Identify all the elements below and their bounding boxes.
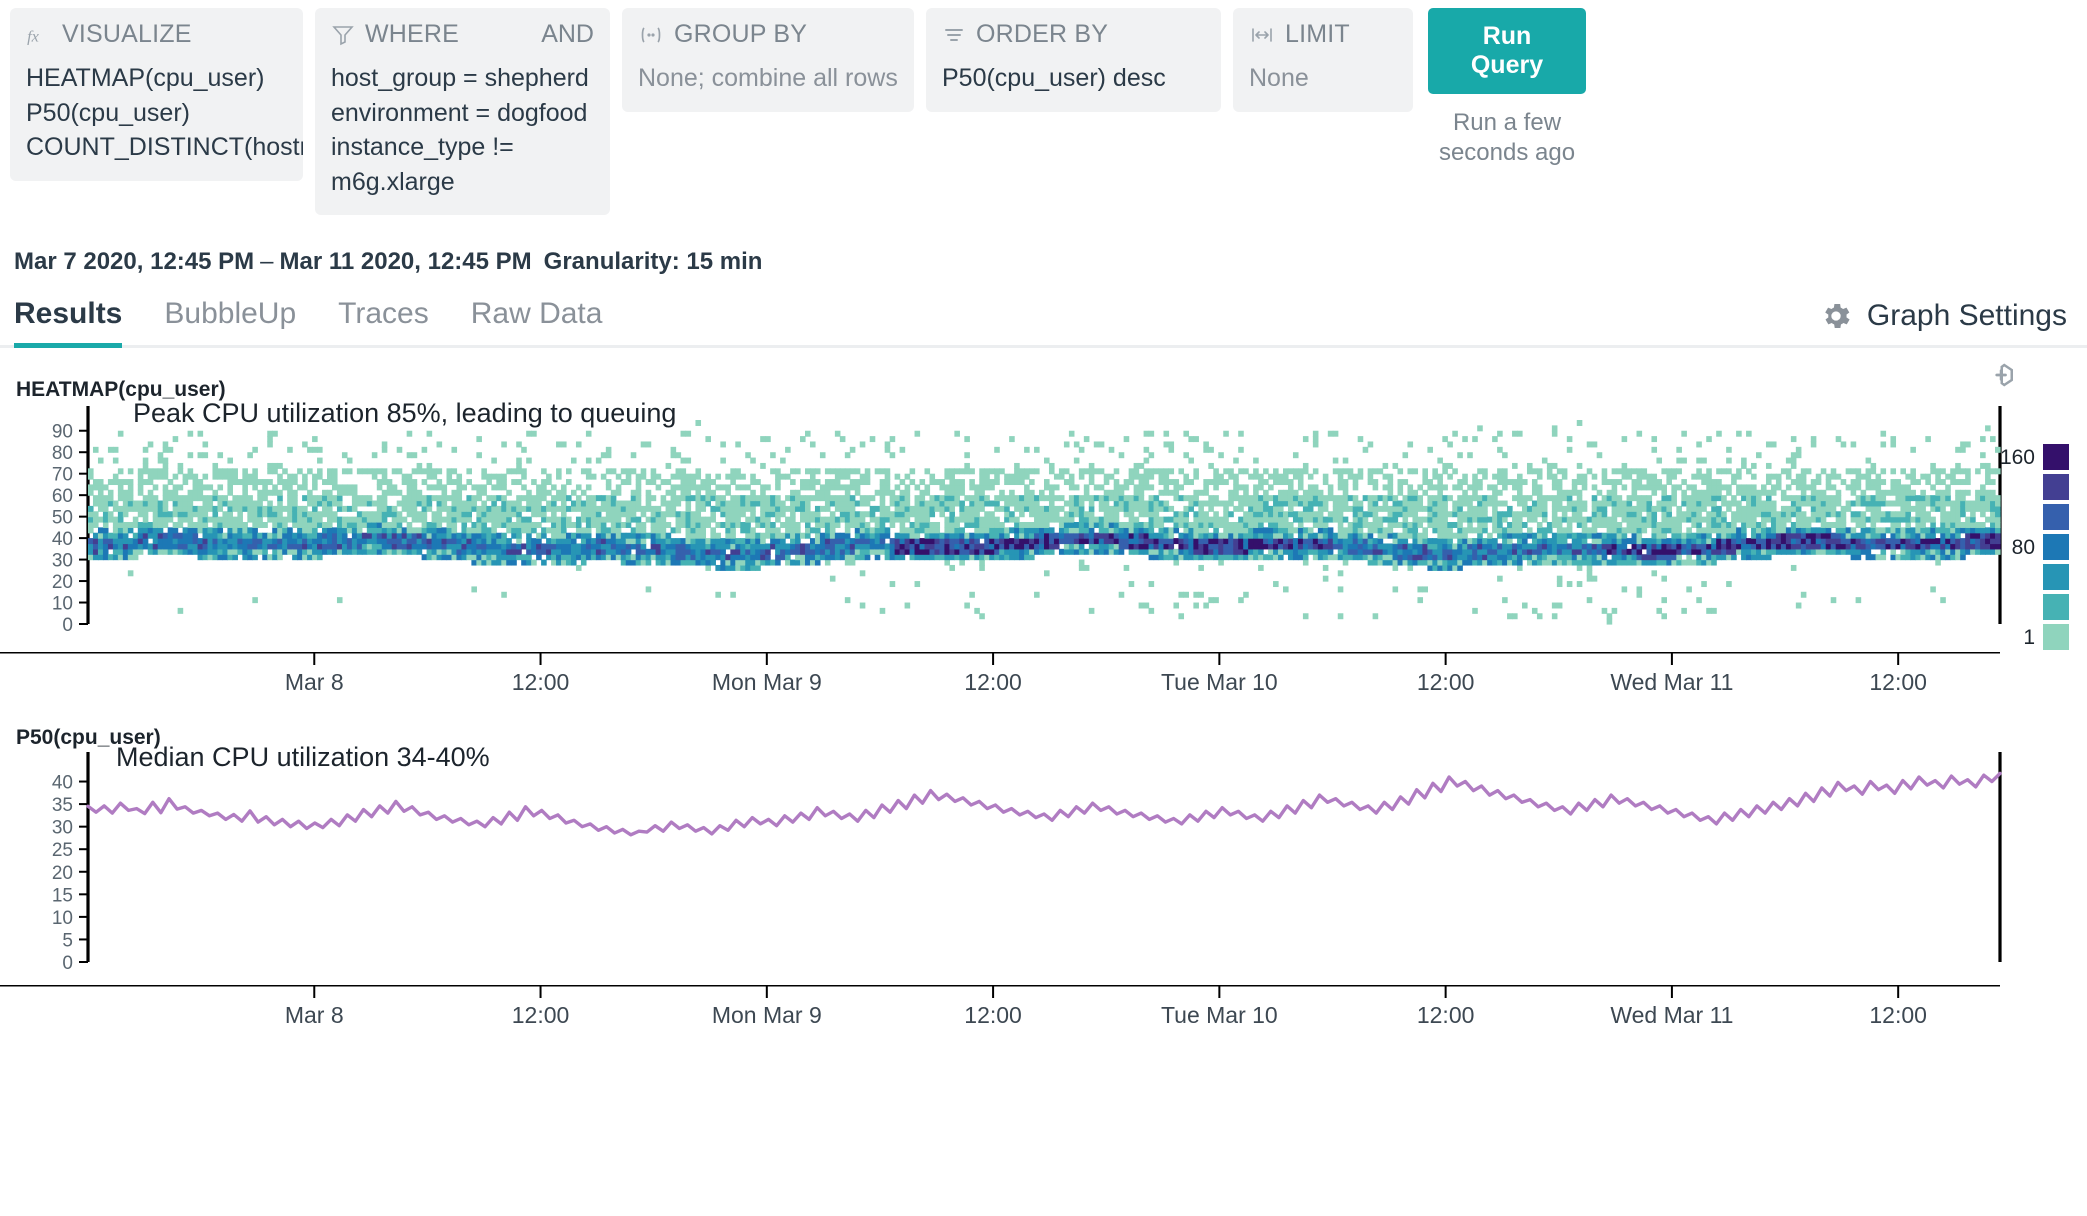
sort-icon <box>942 23 966 47</box>
where-row-1[interactable]: environment = dogfood <box>331 96 594 131</box>
p50-chart-block: P50(cpu_user) Median CPU utilization 34-… <box>0 726 2087 1045</box>
visualize-clause-card[interactable]: fx VISUALIZE HEATMAP(cpu_user) P50(cpu_u… <box>10 8 303 181</box>
p50-plot[interactable]: 0510152025303540 <box>0 750 2087 985</box>
group-by-title: GROUP BY <box>674 20 807 49</box>
visualize-title: VISUALIZE <box>62 20 192 49</box>
run-status-text: Run a few seconds ago <box>1432 108 1582 168</box>
time-range-summary: Mar 7 2020, 12:45 PM–Mar 11 2020, 12:45 … <box>0 248 2087 276</box>
visualize-row-1[interactable]: P50(cpu_user) <box>26 96 287 131</box>
heatmap-chart-block: HEATMAP(cpu_user) Peak CPU utilization 8… <box>0 378 2087 712</box>
svg-text:50: 50 <box>52 508 73 529</box>
filter-icon <box>331 23 355 47</box>
limit-title: LIMIT <box>1285 20 1350 49</box>
group-by-value[interactable]: None; combine all rows <box>638 61 898 96</box>
svg-text:30: 30 <box>52 551 73 572</box>
svg-text:20: 20 <box>52 572 73 593</box>
svg-text:0: 0 <box>62 615 73 636</box>
visualize-row-2[interactable]: COUNT_DISTINCT(hostnam <box>26 130 287 165</box>
heatmap-x-axis: Mar 812:00Mon Mar 912:00Tue Mar 1012:00W… <box>0 652 2087 712</box>
gear-icon <box>1819 299 1853 333</box>
where-conjunction[interactable]: AND <box>541 20 594 49</box>
order-by-clause-card[interactable]: ORDER BY P50(cpu_user) desc <box>926 8 1221 112</box>
heatmap-add-marker-icon[interactable] <box>1988 360 2018 390</box>
limit-value[interactable]: None <box>1249 61 1397 96</box>
p50-annotation: Median CPU utilization 34-40% <box>116 742 490 773</box>
svg-text:40: 40 <box>52 529 73 550</box>
heatmap-annotation: Peak CPU utilization 85%, leading to que… <box>133 398 676 429</box>
svg-text:80: 80 <box>52 443 73 464</box>
range-end[interactable]: Mar 11 2020, 12:45 PM <box>280 248 532 275</box>
where-title: WHERE <box>365 20 459 49</box>
where-header: WHERE AND <box>331 20 594 49</box>
tab-bubbleup[interactable]: BubbleUp <box>164 297 296 345</box>
tab-list: Results BubbleUp Traces Raw Data <box>14 297 602 345</box>
where-row-0[interactable]: host_group = shepherd <box>331 61 594 96</box>
limit-icon <box>1249 23 1275 47</box>
granularity-label[interactable]: Granularity: 15 min <box>544 248 763 275</box>
charts-area: HEATMAP(cpu_user) Peak CPU utilization 8… <box>0 378 2087 1045</box>
visualize-header: fx VISUALIZE <box>26 20 287 49</box>
order-by-value[interactable]: P50(cpu_user) desc <box>942 61 1205 96</box>
range-dash: – <box>254 248 279 275</box>
fx-icon: fx <box>26 22 52 48</box>
svg-text:10: 10 <box>52 594 73 615</box>
svg-text:90: 90 <box>52 422 73 443</box>
svg-text:60: 60 <box>52 486 73 507</box>
where-clause-card[interactable]: WHERE AND host_group = shepherd environm… <box>315 8 610 215</box>
group-icon <box>638 23 664 47</box>
query-builder-bar: fx VISUALIZE HEATMAP(cpu_user) P50(cpu_u… <box>0 0 2087 230</box>
visualize-row-0[interactable]: HEATMAP(cpu_user) <box>26 61 287 96</box>
tab-raw-data[interactable]: Raw Data <box>471 297 603 345</box>
tab-traces[interactable]: Traces <box>338 297 429 345</box>
limit-clause-card[interactable]: LIMIT None <box>1233 8 1413 112</box>
results-tab-bar: Results BubbleUp Traces Raw Data Graph S… <box>0 286 2087 348</box>
order-by-header: ORDER BY <box>942 20 1205 49</box>
p50-x-axis: Mar 812:00Mon Mar 912:00Tue Mar 1012:00W… <box>0 985 2087 1045</box>
tab-results[interactable]: Results <box>14 297 122 345</box>
range-start[interactable]: Mar 7 2020, 12:45 PM <box>14 248 254 275</box>
svg-text:fx: fx <box>27 27 40 45</box>
where-row-2[interactable]: instance_type != m6g.xlarge <box>331 130 594 199</box>
group-by-clause-card[interactable]: GROUP BY None; combine all rows <box>622 8 914 112</box>
limit-header: LIMIT <box>1249 20 1397 49</box>
graph-settings-label: Graph Settings <box>1867 299 2067 333</box>
group-by-header: GROUP BY <box>638 20 898 49</box>
run-query-column: Run Query Run a few seconds ago <box>1427 8 1587 168</box>
heatmap-plot[interactable]: 0102030405060708090160801 <box>0 402 2087 652</box>
svg-text:70: 70 <box>52 465 73 486</box>
order-by-title: ORDER BY <box>976 20 1108 49</box>
graph-settings-button[interactable]: Graph Settings <box>1819 299 2067 345</box>
run-query-button[interactable]: Run Query <box>1428 8 1586 94</box>
